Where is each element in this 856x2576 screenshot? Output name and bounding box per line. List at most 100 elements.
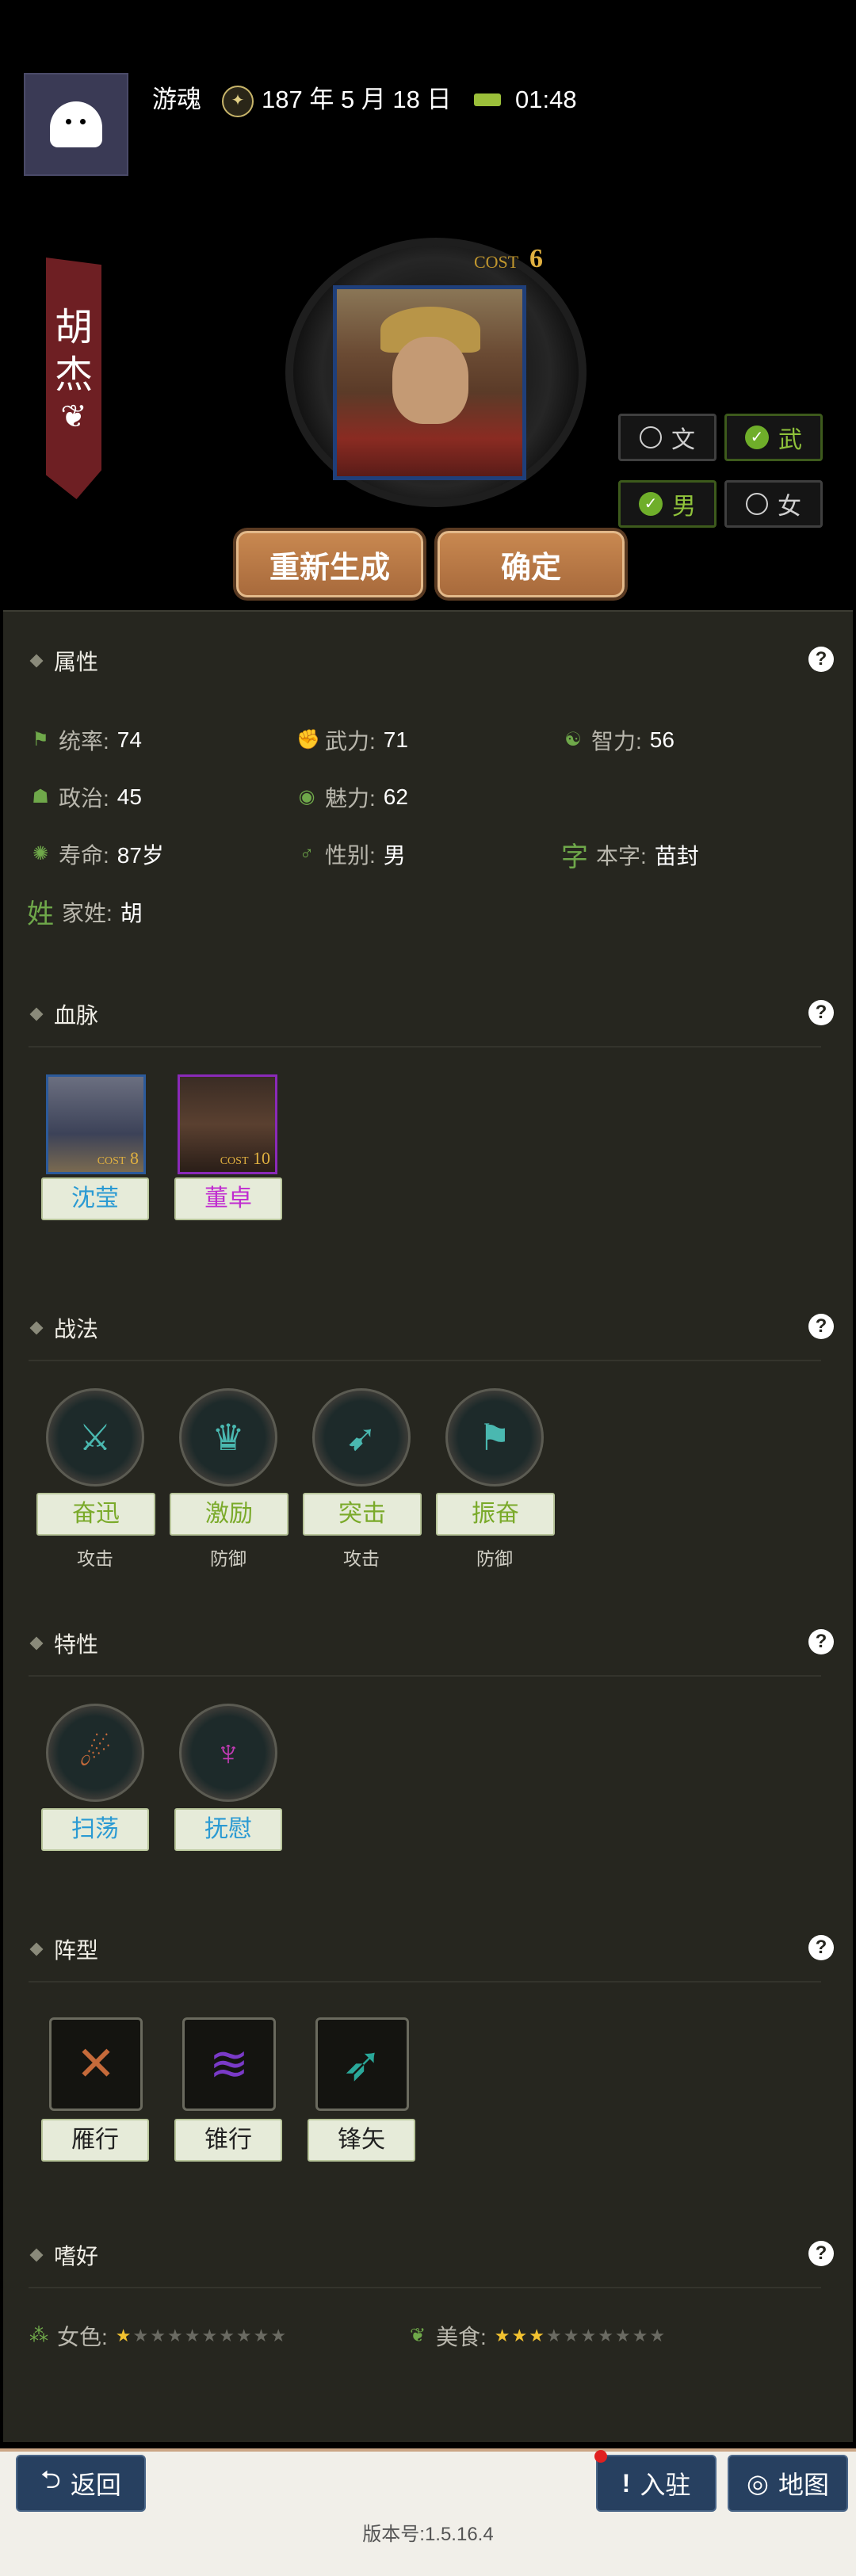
face-shape bbox=[392, 337, 468, 424]
star-icon: ★ bbox=[529, 2326, 546, 2345]
formation-name-3[interactable]: 锋矢 bbox=[308, 2119, 415, 2162]
tactic-name-3[interactable]: 突击 bbox=[303, 1493, 422, 1536]
star-icon: ★ bbox=[184, 2326, 202, 2345]
tactic-name-2[interactable]: 激励 bbox=[170, 1493, 289, 1536]
star-icon: ★ bbox=[150, 2326, 167, 2345]
map-button[interactable]: ◎ 地图 bbox=[728, 2455, 848, 2512]
help-icon[interactable]: ? bbox=[808, 1000, 834, 1025]
arrow-formation-icon[interactable]: ➶ bbox=[315, 2017, 409, 2111]
cost-label: COST bbox=[220, 1155, 249, 1167]
formation-name-2[interactable]: 锥行 bbox=[174, 2119, 282, 2162]
back-button[interactable]: ⮌ 返回 bbox=[16, 2455, 146, 2512]
help-icon[interactable]: ? bbox=[808, 1935, 834, 1960]
toast-cups-icon[interactable]: ♆ bbox=[179, 1704, 277, 1802]
option-female[interactable]: 女 bbox=[724, 480, 823, 528]
confirm-button[interactable]: 确定 bbox=[438, 531, 625, 597]
cost-label: COST bbox=[97, 1155, 126, 1167]
attr-courtesy-name: 字本字: 苗封 bbox=[561, 835, 699, 874]
hobby-label: 美食: bbox=[436, 2325, 487, 2349]
tactic-name-1[interactable]: 奋迅 bbox=[36, 1493, 155, 1536]
star-icon: ★ bbox=[219, 2326, 236, 2345]
charge-icon[interactable]: ➹ bbox=[312, 1388, 411, 1486]
attr-label: 本字: bbox=[596, 843, 647, 868]
section-attributes-header: 属性 bbox=[29, 645, 99, 677]
attr-gender: ♂ 性别: 男 bbox=[296, 838, 406, 870]
attr-label: 性别: bbox=[325, 843, 376, 868]
formation-name-1[interactable]: 雁行 bbox=[41, 2119, 149, 2162]
flag-icon: ⚑ bbox=[32, 729, 49, 750]
option-wen[interactable]: 文 bbox=[618, 414, 717, 461]
trait-name-2[interactable]: 抚慰 bbox=[174, 1808, 282, 1851]
username: 游魂 bbox=[152, 86, 201, 113]
cost-value: 10 bbox=[253, 1148, 270, 1168]
help-icon[interactable]: ? bbox=[808, 1629, 834, 1654]
banner-icon[interactable]: ⚑ bbox=[445, 1388, 544, 1486]
diamond-icon bbox=[29, 1636, 44, 1651]
diamond-icon bbox=[29, 654, 44, 668]
check-icon: ✓ bbox=[745, 426, 769, 449]
attr-command: ⚑ 统率: 74 bbox=[30, 724, 142, 756]
star-rating: ★★★★★★★★★★ bbox=[495, 2326, 667, 2346]
help-icon[interactable]: ? bbox=[808, 647, 834, 672]
star-icon: ★ bbox=[270, 2326, 289, 2345]
attr-force: ✊ 武力: 71 bbox=[296, 724, 408, 756]
food-icon: ❦ bbox=[409, 2325, 426, 2346]
clock-icon bbox=[474, 93, 501, 106]
back-arrow-icon: ⮌ bbox=[40, 2465, 61, 2494]
bloodline-card-1[interactable]: COST 8 bbox=[46, 1074, 146, 1174]
star-icon: ★ bbox=[545, 2326, 564, 2345]
map-label: 地图 bbox=[778, 2471, 829, 2499]
section-title: 阵型 bbox=[54, 1938, 99, 1963]
crossed-swords-icon[interactable]: ⚔ bbox=[46, 1388, 144, 1486]
brain-icon: ☯ bbox=[564, 729, 582, 750]
game-time: 01:48 bbox=[515, 86, 577, 113]
regenerate-button[interactable]: 重新生成 bbox=[236, 531, 423, 597]
sweep-icon[interactable]: ☄ bbox=[46, 1704, 144, 1802]
attr-label: 魅力: bbox=[325, 786, 376, 811]
attr-family-name: 姓家姓: 胡 bbox=[27, 892, 143, 931]
star-icon: ★ bbox=[235, 2326, 254, 2345]
station-button[interactable]: ! 入驻 bbox=[596, 2455, 717, 2512]
attr-label: 寿命: bbox=[59, 843, 109, 868]
goose-formation-icon[interactable]: ✕ bbox=[49, 2017, 143, 2111]
section-title: 属性 bbox=[54, 650, 99, 674]
back-label: 返回 bbox=[70, 2471, 121, 2499]
cost-value: 8 bbox=[130, 1148, 139, 1168]
attr-intellect: ☯ 智力: 56 bbox=[563, 724, 674, 756]
attr-label: 家姓: bbox=[62, 900, 113, 925]
attr-label: 统率: bbox=[59, 729, 109, 754]
game-date: 187 年 5 月 18 日 bbox=[262, 86, 452, 113]
tactic-name-4[interactable]: 振奋 bbox=[436, 1493, 555, 1536]
attr-value: 男 bbox=[383, 843, 406, 868]
radio-icon bbox=[640, 426, 662, 448]
section-divider bbox=[29, 1981, 821, 1983]
diamond-icon bbox=[29, 2248, 44, 2262]
star-rating: ★★★★★★★★★★ bbox=[116, 2326, 288, 2346]
hobby-food: ❦ 美食: ★★★★★★★★★★ bbox=[407, 2320, 667, 2352]
tactic-type-3: 攻击 bbox=[343, 1548, 380, 1569]
option-male[interactable]: ✓ 男 bbox=[618, 480, 717, 528]
section-divider bbox=[29, 1675, 821, 1677]
star-icon: ★ bbox=[115, 2326, 133, 2345]
player-avatar[interactable] bbox=[24, 73, 128, 176]
bloodline-name-1[interactable]: 沈莹 bbox=[41, 1177, 149, 1220]
option-label: 武 bbox=[778, 427, 802, 453]
exclamation-icon: ! bbox=[621, 2468, 631, 2498]
hobby-label: 女色: bbox=[57, 2325, 108, 2349]
trait-name-1[interactable]: 扫荡 bbox=[41, 1808, 149, 1851]
attr-lifespan: ✺ 寿命: 87岁 bbox=[30, 838, 164, 870]
help-icon[interactable]: ? bbox=[808, 1314, 834, 1339]
section-traits-header: 特性 bbox=[29, 1628, 99, 1659]
section-title: 特性 bbox=[54, 1632, 99, 1657]
option-wu[interactable]: ✓ 武 bbox=[724, 414, 823, 461]
radio-icon bbox=[746, 493, 768, 515]
warrior-shout-icon[interactable]: ♛ bbox=[179, 1388, 277, 1486]
ghost-icon bbox=[50, 101, 102, 147]
wedge-formation-icon[interactable]: ≋ bbox=[182, 2017, 276, 2111]
hands-icon: ☗ bbox=[32, 786, 49, 807]
bloodline-card-2[interactable]: COST 10 bbox=[178, 1074, 277, 1174]
star-icon: ★ bbox=[632, 2326, 650, 2345]
diamond-icon bbox=[29, 1321, 44, 1335]
help-icon[interactable]: ? bbox=[808, 2241, 834, 2266]
bloodline-name-2[interactable]: 董卓 bbox=[174, 1177, 282, 1220]
